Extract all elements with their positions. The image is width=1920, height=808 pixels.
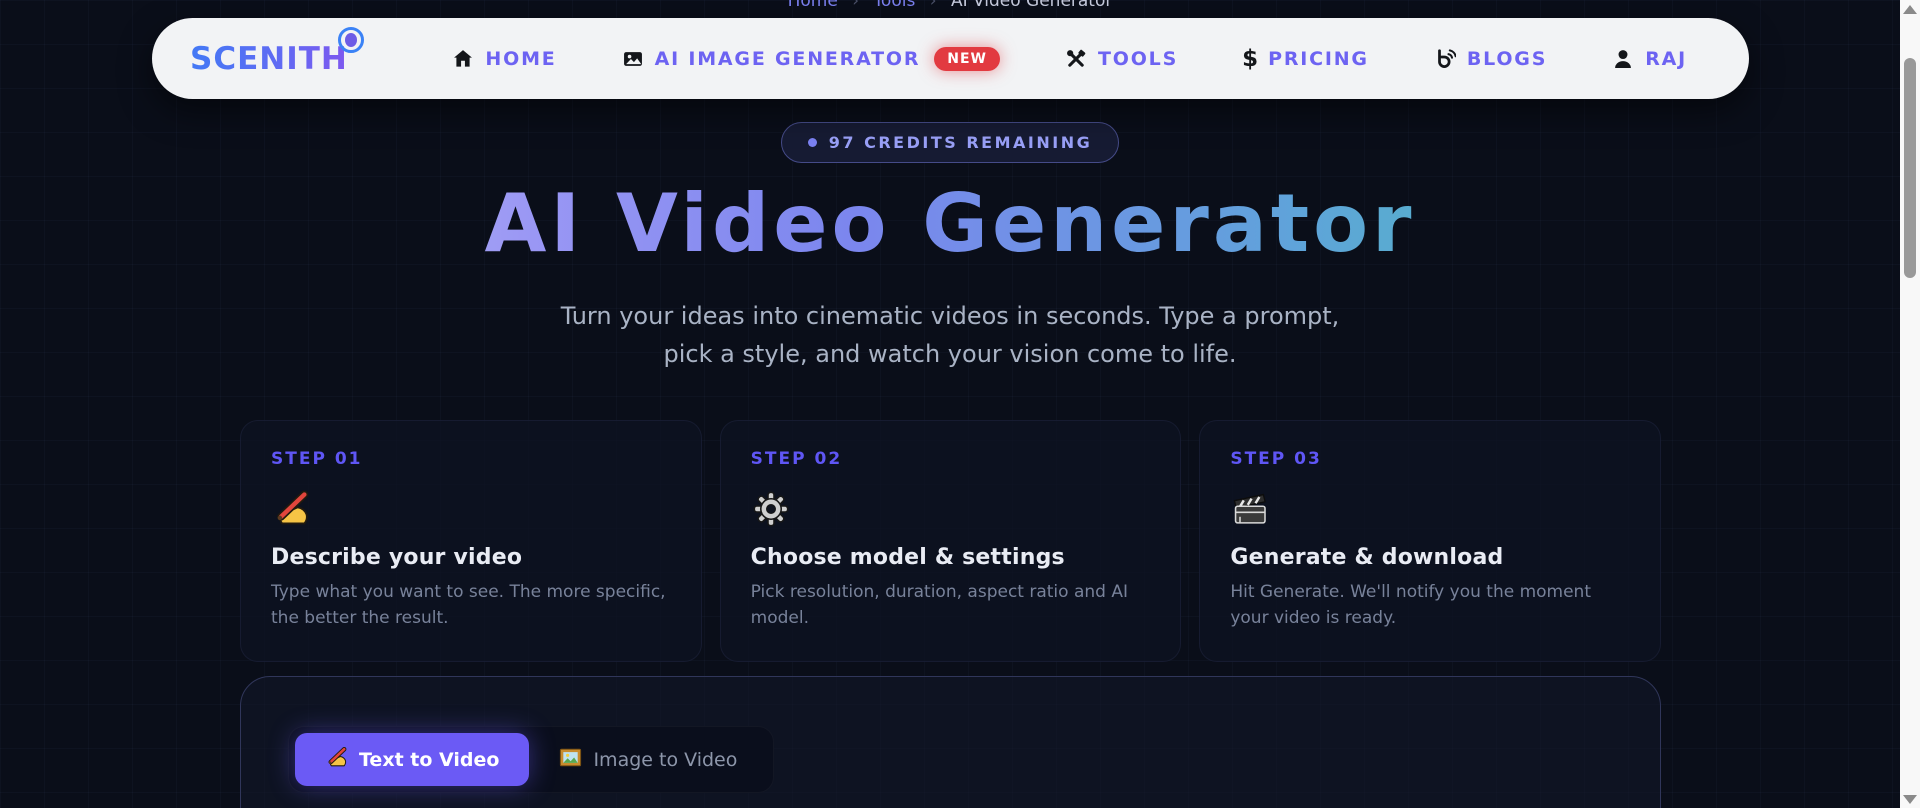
- breadcrumb-separator: ›: [852, 0, 860, 11]
- page-title: AI Video Generator: [0, 178, 1900, 270]
- logo[interactable]: SCENITH: [190, 26, 364, 77]
- step-description: Type what you want to see. The more spec…: [271, 582, 666, 628]
- step-card-2: STEP 02 Choose model & settings Pick res…: [719, 420, 1182, 662]
- tab-text-to-video[interactable]: Text to Video: [295, 733, 530, 786]
- scroll-up-arrow-icon[interactable]: [1903, 5, 1917, 14]
- breadcrumb-separator: ›: [929, 0, 937, 11]
- writing-hand-icon: [325, 746, 348, 773]
- tab-label: Image to Video: [593, 748, 738, 771]
- nav-item-label: PRICING: [1268, 47, 1369, 70]
- breadcrumb-current-page: AI Video Generator: [950, 0, 1113, 11]
- dollar-icon: $: [1242, 45, 1259, 72]
- step-description: Pick resolution, duration, aspect ratio …: [750, 582, 1128, 628]
- logo-text: SCENITH: [190, 40, 348, 77]
- step-title: Choose model & settings: [750, 545, 1065, 570]
- framed-picture-icon: [559, 746, 582, 773]
- scroll-down-arrow-icon[interactable]: [1903, 795, 1917, 804]
- nav-item-account[interactable]: RAJ: [1611, 47, 1687, 71]
- home-icon: [451, 47, 475, 71]
- credits-remaining-label: 97 CREDITS REMAINING: [828, 133, 1093, 152]
- nav-item-label: RAJ: [1645, 47, 1687, 70]
- tab-label: Text to Video: [359, 748, 500, 771]
- nav-item-home[interactable]: HOME: [451, 47, 556, 71]
- writing-hand-icon: [271, 489, 671, 529]
- logo-orb-icon: [337, 26, 364, 53]
- nav-item-ai-image-generator[interactable]: AI IMAGE GENERATOR NEW: [621, 46, 1001, 71]
- credits-remaining-badge: 97 CREDITS REMAINING: [780, 122, 1120, 163]
- tab-image-to-video[interactable]: Image to Video: [529, 733, 767, 786]
- step-card-3: STEP 03 Generate & download Hit Generate…: [1199, 420, 1662, 662]
- page-subtitle: Turn your ideas into cinematic videos in…: [0, 297, 1900, 373]
- scrollbar-thumb[interactable]: [1904, 58, 1916, 278]
- nav-items: HOME AI IMAGE GENERATOR NEW TOOLS $ PRIC…: [451, 45, 1687, 72]
- nav-item-label: AI IMAGE GENERATOR: [654, 47, 921, 70]
- step-number-label: STEP 02: [750, 449, 843, 469]
- nav-item-label: TOOLS: [1098, 47, 1179, 70]
- user-icon: [1611, 47, 1635, 71]
- gear-icon: [751, 489, 1151, 529]
- breadcrumb: Home › Tools › AI Video Generator: [0, 0, 1900, 11]
- tools-icon: [1064, 47, 1088, 71]
- main-content: 97 CREDITS REMAINING AI Video Generator …: [0, 0, 1900, 808]
- vertical-scrollbar[interactable]: [1900, 0, 1920, 808]
- blog-icon: [1433, 47, 1457, 71]
- top-navbar: SCENITH HOME AI IMAGE GENERATOR NEW TOOL…: [152, 18, 1749, 99]
- subtitle-line-2: pick a style, and watch your vision come…: [663, 340, 1237, 368]
- clapper-board-icon: [1230, 489, 1630, 529]
- nav-item-label: HOME: [485, 47, 557, 70]
- step-number-label: STEP 01: [271, 449, 363, 469]
- mode-tab-group: Text to Video Image to Video: [288, 726, 775, 793]
- subtitle-line-1: Turn your ideas into cinematic videos in…: [560, 302, 1340, 330]
- nav-item-pricing[interactable]: $ PRICING: [1242, 45, 1369, 72]
- nav-item-blogs[interactable]: BLOGS: [1433, 47, 1547, 71]
- breadcrumb-tools-link[interactable]: Tools: [873, 0, 915, 11]
- step-title: Generate & download: [1230, 545, 1504, 570]
- breadcrumb-home-link[interactable]: Home: [788, 0, 838, 11]
- nav-item-label: BLOGS: [1466, 47, 1548, 70]
- step-card-1: STEP 01 Describe your video Type what yo…: [240, 420, 702, 662]
- image-icon: [621, 47, 645, 71]
- nav-item-tools[interactable]: TOOLS: [1064, 47, 1178, 71]
- new-badge: NEW: [934, 46, 1001, 71]
- step-title: Describe your video: [271, 545, 523, 570]
- step-description: Hit Generate. We'll notify you the momen…: [1230, 582, 1591, 628]
- steps-row: STEP 01 Describe your video Type what yo…: [240, 420, 1662, 662]
- step-number-label: STEP 03: [1230, 449, 1322, 469]
- generator-panel: Text to Video Image to Video: [240, 676, 1661, 808]
- credits-dot-icon: [807, 138, 817, 147]
